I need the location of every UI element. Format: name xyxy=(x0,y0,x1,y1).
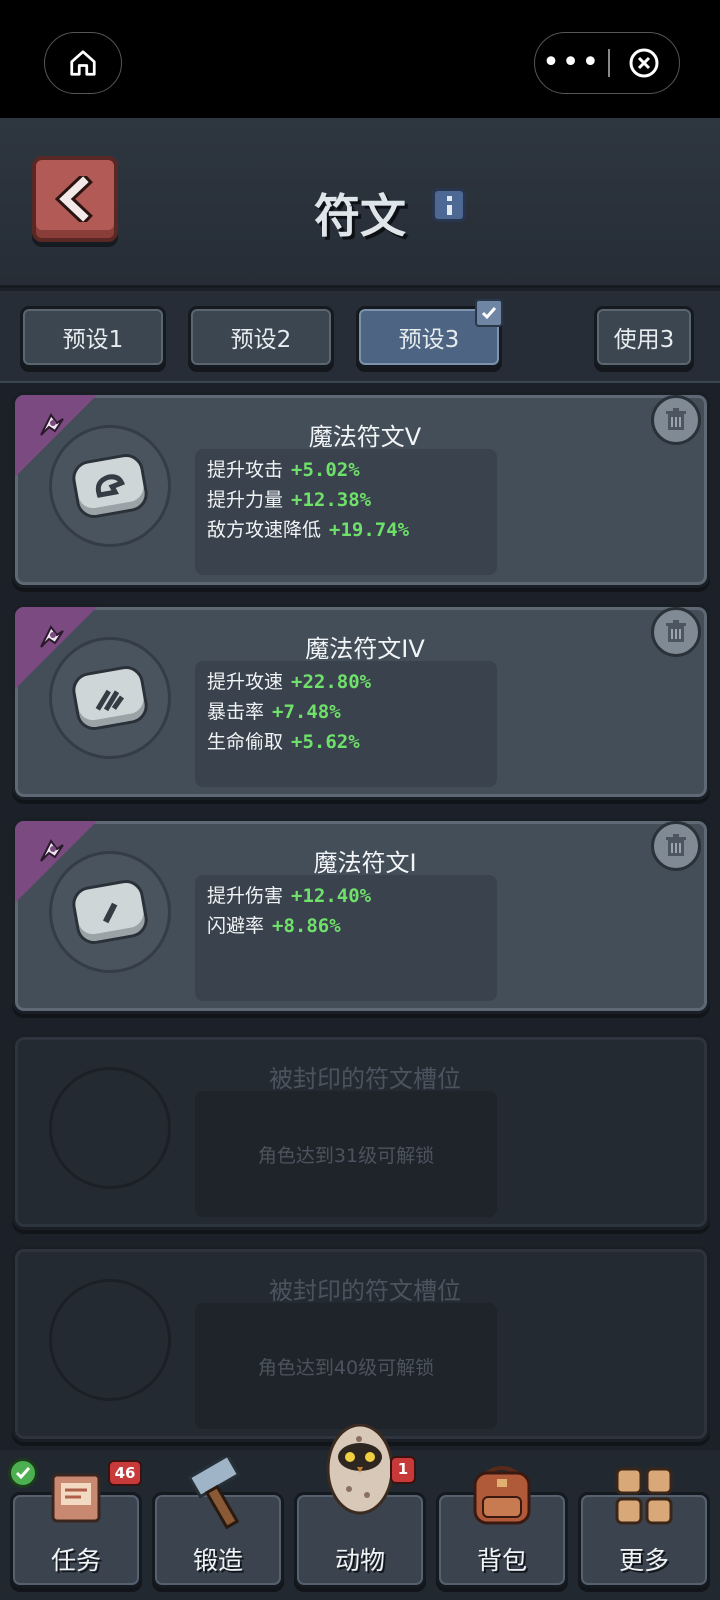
close-circle-icon xyxy=(629,48,659,78)
trash-icon xyxy=(666,408,686,430)
rune-name: 魔法符文I xyxy=(313,849,417,877)
trash-icon xyxy=(666,620,686,642)
info-icon[interactable] xyxy=(432,188,466,222)
preset-3-label: 预设3 xyxy=(398,327,460,353)
locked-slot-box: 角色达到40级可解锁 xyxy=(195,1303,497,1429)
backpack-icon xyxy=(473,1466,531,1525)
rune-slot xyxy=(49,637,171,759)
stat-row: 提升力量 +12.38% xyxy=(207,489,372,511)
locked-rune-slot: 被封印的符文槽位 角色达到31级可解锁 xyxy=(12,1034,710,1230)
more-menu-button[interactable]: ••• xyxy=(535,48,608,78)
rune-stone-icon xyxy=(69,877,151,947)
nav-animals[interactable]: 动物 xyxy=(294,1423,426,1588)
magic-rune-type-icon xyxy=(40,839,64,862)
empty-rune-slot xyxy=(49,1067,171,1189)
stat-row: 提升攻速 +22.80% xyxy=(207,671,372,693)
home-icon xyxy=(70,50,96,76)
rune-stone-icon xyxy=(69,663,151,733)
nav-label: 背包 xyxy=(476,1546,527,1575)
nav-label: 动物 xyxy=(334,1546,385,1575)
delete-rune-button[interactable] xyxy=(651,395,701,445)
locked-slot-box: 角色达到31级可解锁 xyxy=(195,1091,497,1217)
nav-label: 锻造 xyxy=(192,1546,243,1575)
magic-rune-type-icon xyxy=(40,625,64,648)
nav-tasks[interactable]: 任务 xyxy=(10,1473,142,1588)
animals-badge: 1 xyxy=(390,1456,416,1484)
nav-label: 任务 xyxy=(50,1546,101,1575)
bottom-nav: 任务 46 锻造 动物 1 背包 更多 xyxy=(0,1423,720,1600)
nav-backpack[interactable]: 背包 xyxy=(436,1466,568,1588)
rune-stats: 提升伤害 +12.40% 闪避率 +8.86% xyxy=(195,875,497,1001)
rune-card[interactable]: 魔法符文V 提升攻击 +5.02% 提升力量 +12.38% 敌方攻速降低 +19.7… xyxy=(12,392,710,588)
completed-check-icon xyxy=(8,1458,38,1488)
unlock-requirement: 角色达到40级可解锁 xyxy=(257,1356,435,1379)
rune-name: 魔法符文V xyxy=(308,423,422,451)
system-bar: ••• xyxy=(0,0,720,118)
mini-program-capsule: ••• xyxy=(534,32,680,94)
rune-slot xyxy=(49,425,171,547)
unlock-requirement: 角色达到31级可解锁 xyxy=(257,1144,435,1167)
tasks-badge: 46 xyxy=(108,1460,142,1486)
stat-row: 暴击率 +7.48% xyxy=(207,701,341,723)
stat-row: 生命偷取 +5.62% xyxy=(207,731,360,753)
rune-card[interactable]: 魔法符文IV 提升攻速 +22.80% 暴击率 +7.48% 生命偷取 +5.62% xyxy=(12,604,710,800)
stat-row: 提升伤害 +12.40% xyxy=(207,885,372,907)
locked-slot-title: 被封印的符文槽位 xyxy=(269,1277,461,1305)
page-title: 符文 xyxy=(314,189,406,243)
page-header: 符文 xyxy=(0,118,720,288)
task-icon xyxy=(51,1473,101,1523)
preset-1-button[interactable]: 预设1 xyxy=(20,306,166,368)
nav-label: 更多 xyxy=(618,1546,669,1575)
hammer-icon xyxy=(187,1457,241,1530)
locked-slot-title: 被封印的符文槽位 xyxy=(269,1065,461,1093)
nav-more[interactable]: 更多 xyxy=(578,1467,710,1588)
preset-2-button[interactable]: 预设2 xyxy=(188,306,334,368)
stat-row: 敌方攻速降低 +19.74% xyxy=(207,519,410,541)
rune-stats: 提升攻击 +5.02% 提升力量 +12.38% 敌方攻速降低 +19.74% xyxy=(195,449,497,575)
rune-slot xyxy=(49,851,171,973)
locked-rune-slot: 被封印的符文槽位 角色达到40级可解锁 xyxy=(12,1246,710,1442)
rune-name: 魔法符文IV xyxy=(305,635,425,663)
trash-icon xyxy=(666,834,686,856)
checkmark-icon xyxy=(475,299,503,327)
close-button[interactable] xyxy=(610,47,679,79)
rune-card[interactable]: 魔法符文I 提升伤害 +12.40% 闪避率 +8.86% xyxy=(12,818,710,1014)
stat-row: 闪避率 +8.86% xyxy=(207,915,341,937)
home-button[interactable] xyxy=(44,32,122,94)
nav-forge[interactable]: 锻造 xyxy=(152,1457,284,1588)
rune-stone-icon xyxy=(69,451,151,521)
delete-rune-button[interactable] xyxy=(651,821,701,871)
use-preset-button[interactable]: 使用3 xyxy=(594,306,694,368)
empty-rune-slot xyxy=(49,1279,171,1401)
preset-3-button[interactable]: 预设3 xyxy=(356,299,503,368)
magic-rune-type-icon xyxy=(40,413,64,436)
rune-stats: 提升攻速 +22.80% 暴击率 +7.48% 生命偷取 +5.62% xyxy=(195,661,497,787)
stat-row: 提升攻击 +5.02% xyxy=(207,459,360,481)
delete-rune-button[interactable] xyxy=(651,607,701,657)
owl-icon xyxy=(326,1423,394,1515)
preset-bar: 预设1 预设2 预设3 使用3 xyxy=(0,291,720,383)
grid-icon xyxy=(615,1467,673,1525)
